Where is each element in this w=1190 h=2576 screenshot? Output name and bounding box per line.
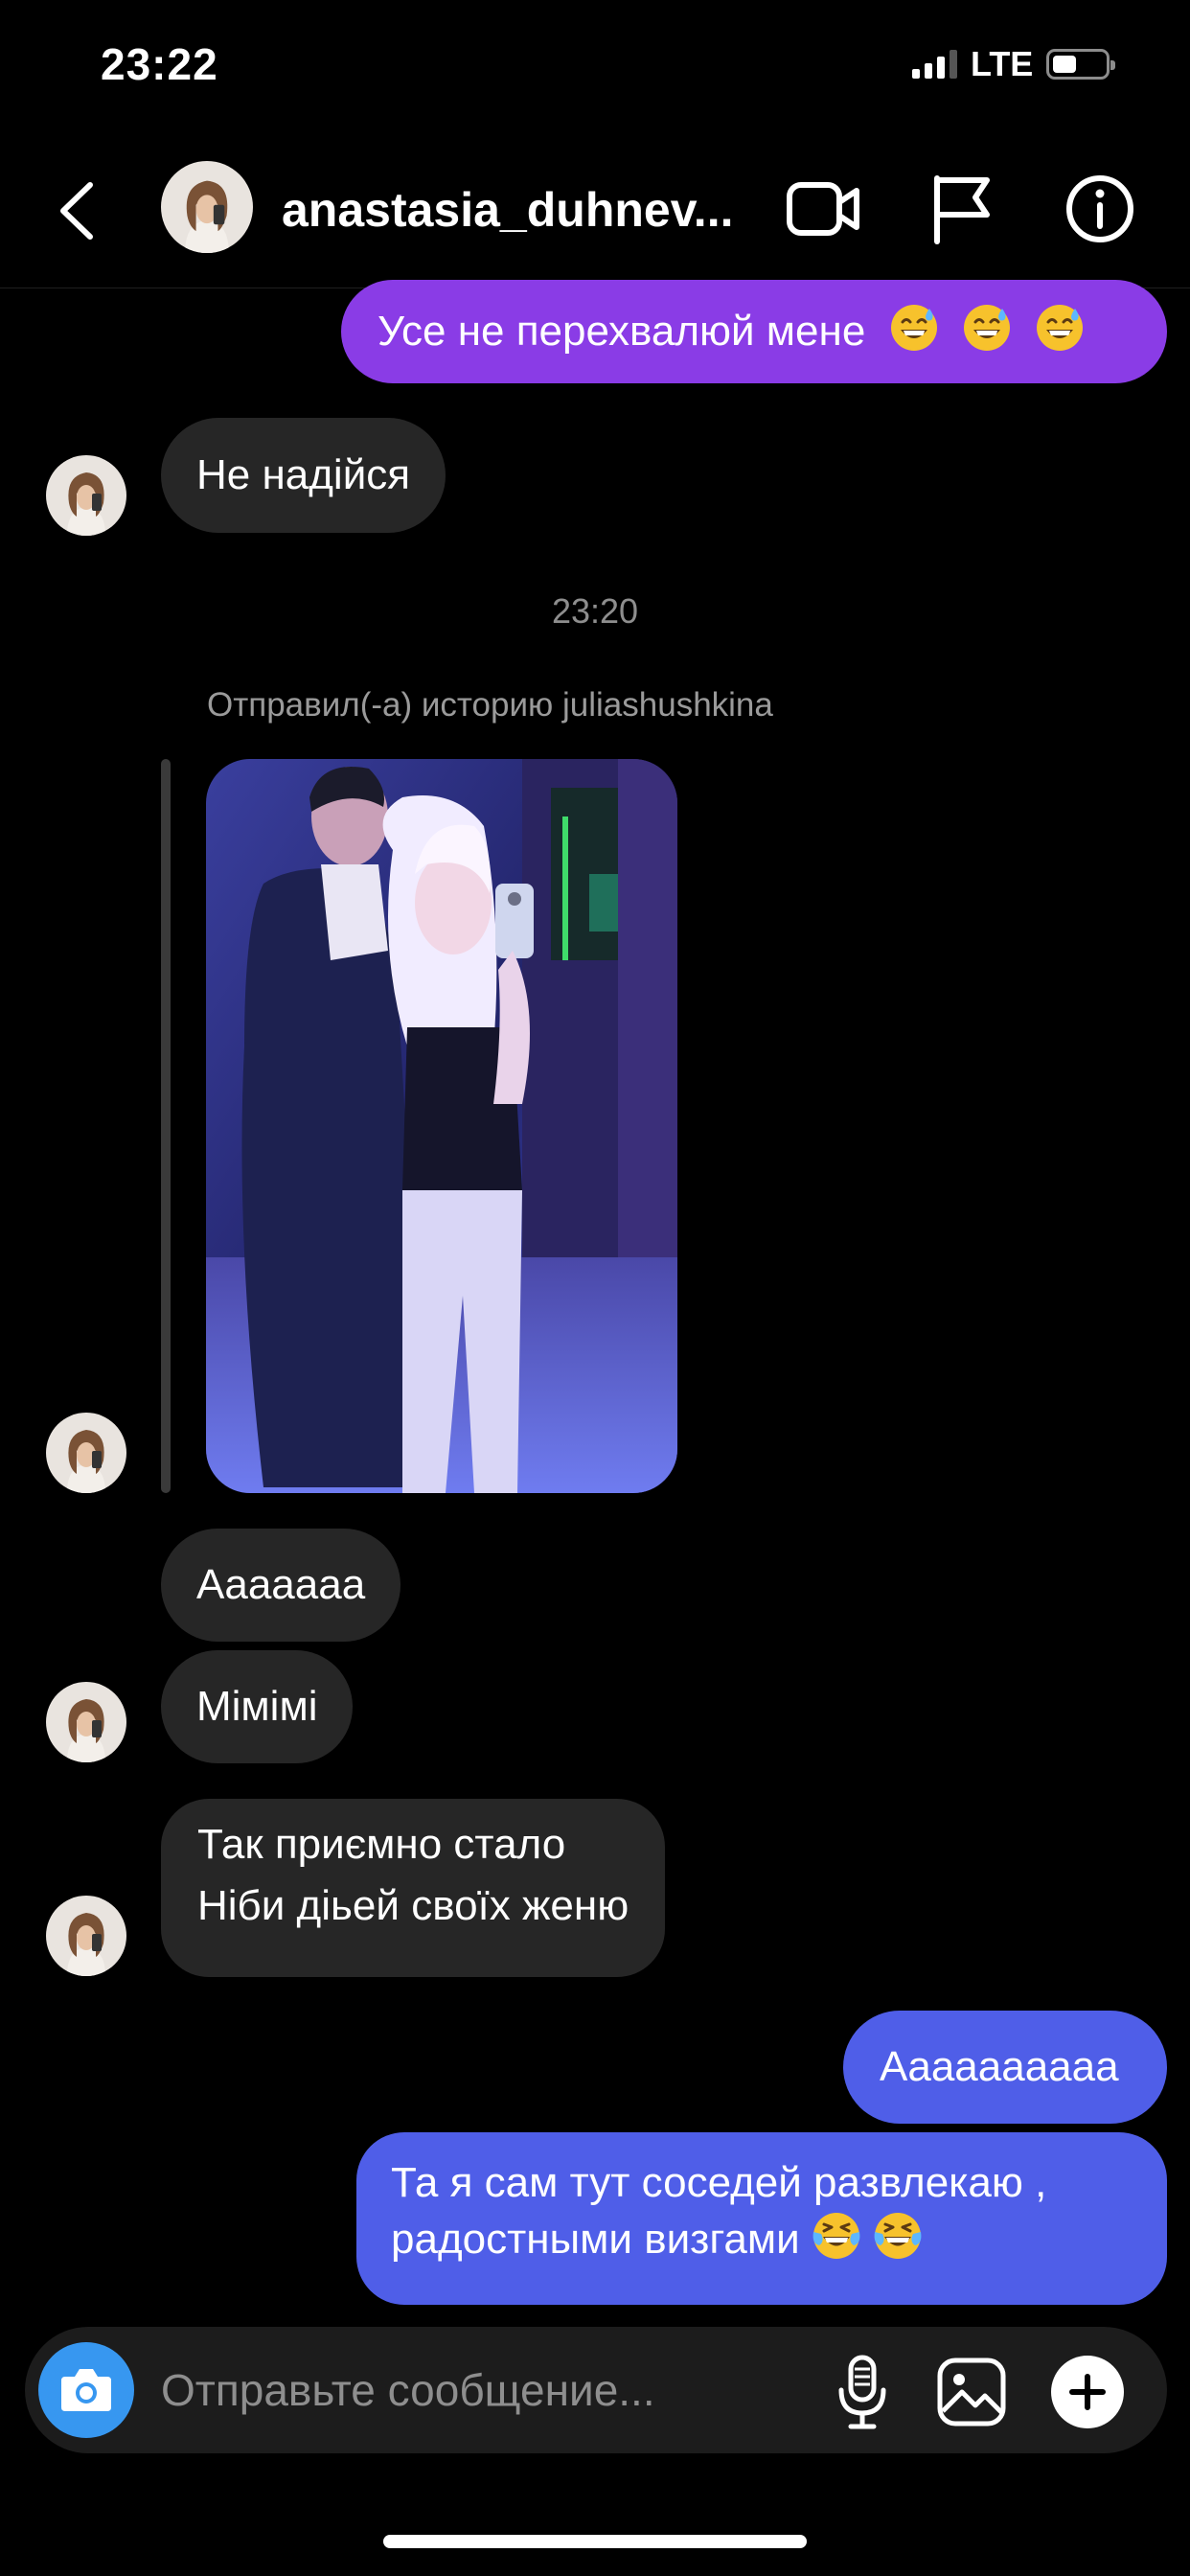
network-type: LTE bbox=[971, 44, 1034, 83]
plus-icon bbox=[1069, 2374, 1106, 2410]
sweat-smile-emoji bbox=[889, 303, 939, 353]
sweat-smile-emoji bbox=[962, 303, 1012, 353]
story-reply-bar bbox=[161, 759, 171, 1493]
status-time: 23:22 bbox=[101, 39, 218, 89]
flag-icon bbox=[934, 175, 990, 244]
info-button[interactable] bbox=[1064, 172, 1136, 245]
avatar[interactable] bbox=[46, 1682, 126, 1762]
message-incoming[interactable]: Так приємно стало Ніби діьей своїх женю bbox=[161, 1799, 666, 1977]
message-text-line: Ніби діьей своїх женю bbox=[197, 1882, 629, 1929]
message-text: Аaaaaaa bbox=[196, 1561, 366, 1608]
message-text-line: Та я сам тут соседей развлекаю , bbox=[391, 2159, 1047, 2206]
avatar[interactable] bbox=[46, 455, 126, 536]
avatar[interactable] bbox=[46, 1896, 126, 1976]
microphone-icon bbox=[838, 2355, 886, 2429]
status-indicators: LTE bbox=[912, 44, 1116, 84]
message-text-line: Так приємно стало bbox=[197, 1821, 566, 1868]
video-camera-icon bbox=[787, 182, 859, 236]
message-incoming[interactable]: Не надійся bbox=[161, 418, 446, 533]
chat-username[interactable]: anastasia_duhnev... bbox=[282, 182, 733, 238]
signal-icon bbox=[912, 50, 957, 79]
message-text-line: радостными визгами bbox=[391, 2211, 1131, 2267]
camera-icon bbox=[61, 2369, 111, 2411]
home-indicator bbox=[383, 2535, 807, 2548]
message-text: Усе не перехвалюй мене bbox=[378, 308, 866, 355]
gallery-icon bbox=[937, 2358, 1006, 2426]
message-input[interactable] bbox=[161, 2359, 774, 2421]
chevron-left-icon bbox=[60, 182, 93, 240]
avatar[interactable] bbox=[46, 1413, 126, 1493]
battery-icon bbox=[1046, 49, 1116, 80]
header-avatar[interactable] bbox=[161, 161, 253, 253]
gallery-button[interactable] bbox=[935, 2356, 1008, 2428]
message-text: Аaaaaaaaaa bbox=[880, 2043, 1119, 2090]
sweat-smile-emoji bbox=[1035, 303, 1085, 353]
message-outgoing[interactable]: Усе не перехвалюй мене bbox=[341, 280, 1167, 383]
story-caption: Отправил(-а) историю juliashushkina bbox=[207, 686, 773, 724]
camera-button[interactable] bbox=[38, 2342, 134, 2438]
joy-emoji bbox=[812, 2211, 861, 2261]
timestamp: 23:20 bbox=[551, 591, 639, 631]
video-call-button[interactable] bbox=[786, 175, 862, 242]
message-text: Не надійся bbox=[196, 451, 411, 498]
info-icon bbox=[1066, 175, 1133, 242]
voice-message-button[interactable] bbox=[834, 2354, 891, 2430]
message-incoming[interactable]: Аaaaaaa bbox=[161, 1529, 401, 1642]
shared-story-image[interactable] bbox=[206, 759, 677, 1493]
joy-emoji bbox=[873, 2211, 923, 2261]
message-incoming[interactable]: Мімімі bbox=[161, 1650, 354, 1763]
report-button[interactable] bbox=[929, 172, 996, 245]
message-outgoing[interactable]: Та я сам тут соседей развлекаю , радостн… bbox=[356, 2132, 1167, 2305]
add-button[interactable] bbox=[1051, 2356, 1124, 2428]
message-outgoing[interactable]: Аaaaaaaaaa bbox=[843, 2011, 1167, 2124]
back-button[interactable] bbox=[50, 177, 107, 244]
message-text: Мімімі bbox=[196, 1683, 318, 1730]
